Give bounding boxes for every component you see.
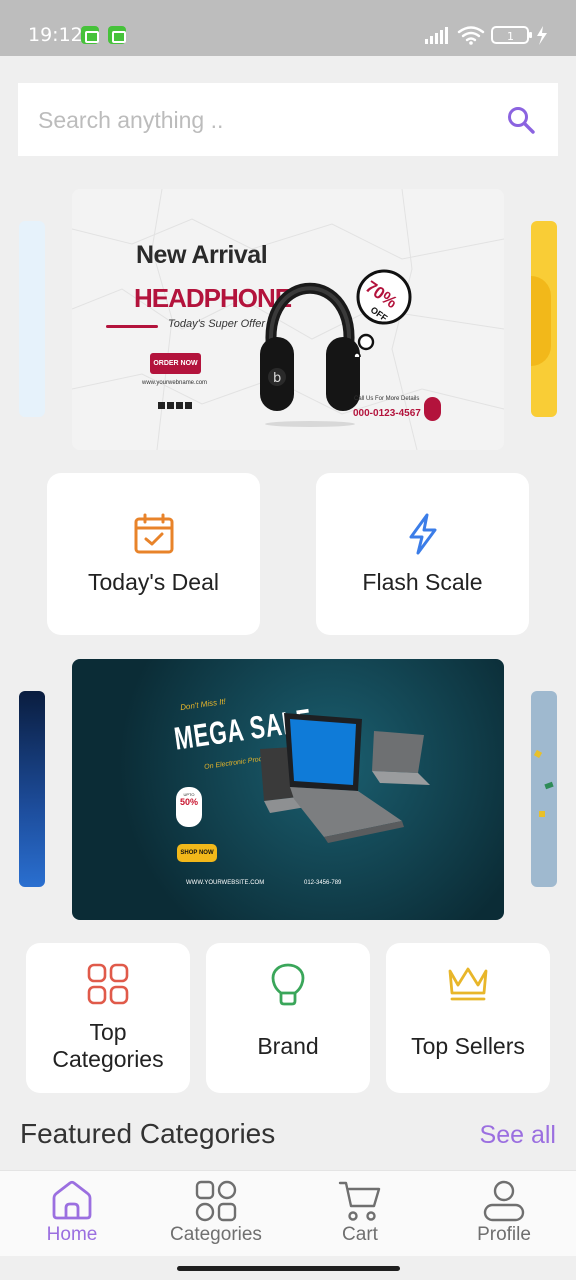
- banner-headline: New Arrival: [136, 241, 268, 269]
- nav-profile[interactable]: Profile: [432, 1171, 576, 1257]
- badge-value-text: 50%: [179, 797, 198, 807]
- lightbulb-icon: [271, 963, 305, 1006]
- calendar-check-icon: [134, 513, 173, 554]
- categories-grid-icon: [87, 963, 129, 1005]
- profile-icon: [483, 1180, 525, 1222]
- svg-text:b: b: [273, 371, 281, 386]
- nav-profile-label: Profile: [477, 1224, 531, 1245]
- status-indicators: 1: [425, 26, 547, 45]
- carousel-prev-slide[interactable]: [19, 691, 45, 887]
- categories-icon: [195, 1180, 237, 1222]
- banner2-website: WWW.YOURWEBSITE.COM: [186, 880, 265, 886]
- discount-badge: UPTO 50%: [176, 787, 202, 827]
- lightning-icon: [409, 513, 436, 555]
- top-sellers-label: Top Sellers: [411, 1033, 525, 1059]
- promo-banner-mega-sale[interactable]: Don't Miss It! MEGA SALE On Electronic P…: [72, 659, 504, 920]
- svg-text:1: 1: [507, 30, 514, 43]
- charging-icon: [537, 26, 547, 45]
- todays-deal-label: Today's Deal: [88, 569, 219, 595]
- search-icon[interactable]: [506, 105, 536, 135]
- contact-label: Call Us For More Details: [354, 396, 420, 402]
- flash-scale-card[interactable]: Flash Scale: [316, 473, 529, 635]
- brand-logo: [424, 397, 441, 421]
- search-bar: [18, 83, 558, 156]
- carousel-next-slide[interactable]: [531, 691, 557, 887]
- banner-accent-line: [106, 325, 158, 328]
- top-categories-label: Top Categories: [52, 1019, 164, 1072]
- top-categories-card[interactable]: Top Categories: [26, 943, 190, 1093]
- see-all-link[interactable]: See all: [480, 1121, 556, 1150]
- order-now-button[interactable]: ORDER NOW: [150, 353, 201, 374]
- home-icon: [52, 1180, 92, 1220]
- flash-scale-label: Flash Scale: [362, 569, 483, 595]
- nav-cart-label: Cart: [342, 1224, 378, 1245]
- featured-categories-title: Featured Categories: [20, 1118, 276, 1149]
- carousel-next-slide[interactable]: [531, 221, 557, 417]
- wifi-icon: [457, 26, 485, 42]
- headphone-image: b: [260, 282, 360, 427]
- search-input[interactable]: [38, 101, 478, 139]
- brand-card[interactable]: Brand: [206, 943, 370, 1093]
- nav-cart[interactable]: Cart: [288, 1171, 432, 1257]
- top-sellers-card[interactable]: Top Sellers: [386, 943, 550, 1093]
- nav-home-label: Home: [46, 1224, 98, 1245]
- nav-categories-label: Categories: [170, 1224, 262, 1245]
- battery-icon: 1: [491, 26, 532, 44]
- shop-now-button[interactable]: SHOP NOW: [177, 844, 217, 862]
- nav-categories[interactable]: Categories: [144, 1171, 288, 1257]
- nav-home[interactable]: Home: [0, 1171, 144, 1257]
- promo-banner-headphone[interactable]: New Arrival HEADPHONE Today's Super Offe…: [72, 189, 504, 450]
- status-bar: 19:12 1: [0, 0, 576, 56]
- status-time: 19:12: [28, 24, 83, 46]
- bottom-navigation: Home Categories Cart Profile: [0, 1170, 576, 1256]
- notification-icon: [81, 26, 99, 44]
- banner2-pretitle: Don't Miss It!: [179, 696, 227, 713]
- banner2-phone: 012-3456-789: [304, 880, 342, 886]
- todays-deal-card[interactable]: Today's Deal: [47, 473, 260, 635]
- banner-website: www.yourwebname.com: [142, 380, 208, 386]
- crown-icon: [448, 967, 488, 1001]
- cart-icon: [338, 1181, 381, 1221]
- brand-label: Brand: [257, 1033, 319, 1059]
- social-icons: [158, 396, 192, 414]
- laptop-image: [260, 713, 430, 843]
- carousel-prev-slide[interactable]: [19, 221, 45, 417]
- contact-phone: 000-0123-4567: [353, 408, 421, 419]
- signal-icon: [425, 27, 448, 44]
- notification-icon: [108, 26, 126, 44]
- gesture-bar[interactable]: [177, 1266, 400, 1271]
